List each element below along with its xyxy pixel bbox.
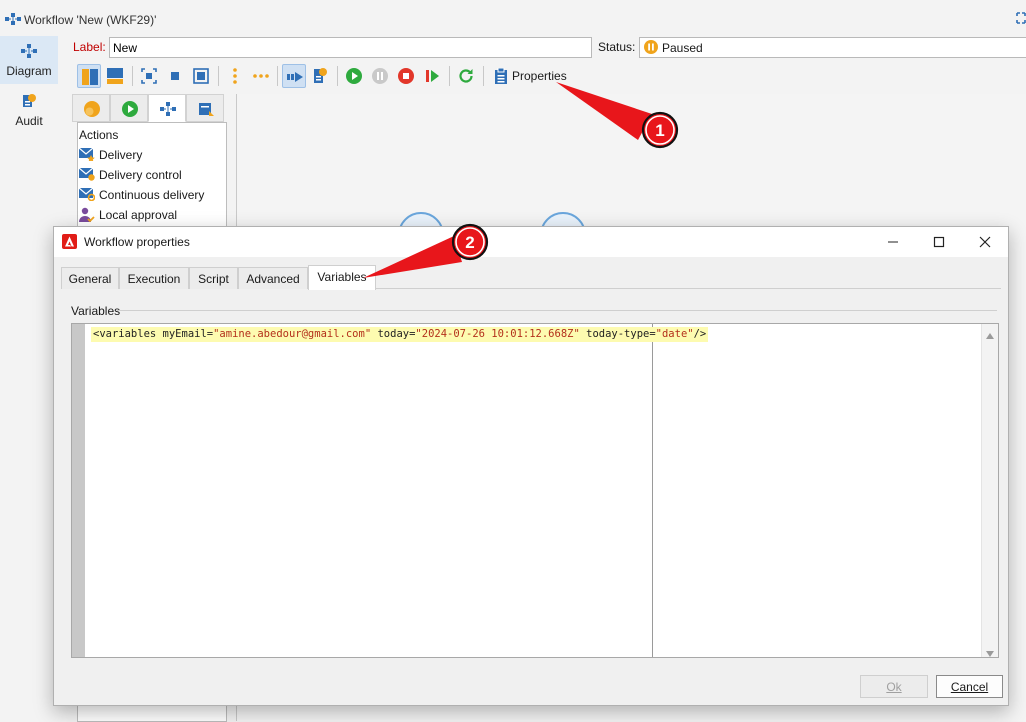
dialog-titlebar: Workflow properties — [54, 227, 1008, 257]
fit-to-screen-button[interactable] — [137, 64, 161, 88]
cancel-button[interactable]: Cancel — [936, 675, 1003, 698]
status-field: Paused — [639, 37, 1026, 58]
palette-item-label: Delivery control — [99, 168, 182, 182]
minimize-button[interactable] — [870, 227, 916, 257]
xml-attr-value: "date" — [655, 328, 694, 340]
label-input[interactable] — [109, 37, 592, 58]
nav-diagram-button[interactable]: Diagram — [0, 36, 58, 84]
workflow-settings-button[interactable] — [308, 64, 332, 88]
palette-item-delivery-control[interactable]: Delivery control — [79, 165, 225, 185]
audit-icon — [21, 93, 37, 112]
ok-label: Ok — [886, 680, 902, 694]
toolbar-separator — [277, 66, 278, 86]
dialog-tabs: General Execution Script Advanced Variab… — [61, 265, 1001, 290]
toolbar-separator — [218, 66, 219, 86]
align-vertical-button[interactable] — [223, 64, 247, 88]
toolbar-separator — [449, 66, 450, 86]
status-value: Paused — [662, 41, 703, 55]
adobe-app-icon — [62, 234, 77, 252]
maximize-window-icon[interactable] — [1016, 12, 1026, 27]
palette-item-continuous-delivery[interactable]: Continuous delivery — [79, 185, 225, 205]
palette-item-delivery[interactable]: Delivery — [79, 145, 225, 165]
select-block-button[interactable] — [163, 64, 187, 88]
palette-tab-events[interactable] — [186, 94, 224, 122]
workflow-toolbar: Properties — [66, 62, 1026, 90]
label-caption: Label: — [73, 40, 106, 54]
step-button[interactable] — [420, 64, 444, 88]
align-horizontal-button[interactable] — [249, 64, 273, 88]
tab-script[interactable]: Script — [189, 267, 238, 289]
ok-button[interactable]: Ok — [860, 675, 928, 698]
palette-item-label: Continuous delivery — [99, 188, 205, 202]
editor-margin-line — [652, 324, 653, 657]
xml-attr-value: "amine.abedour@gmail.com" — [213, 328, 372, 340]
tab-general[interactable]: General — [61, 267, 119, 289]
scroll-up-icon[interactable] — [986, 328, 994, 342]
nav-audit-button[interactable]: Audit — [0, 86, 58, 134]
palette-item-local-approval[interactable]: Local approval — [79, 205, 225, 225]
workflow-properties-dialog: Workflow properties General Execution Sc… — [53, 226, 1009, 706]
zoom-fit-button[interactable] — [189, 64, 213, 88]
properties-button[interactable]: Properties — [494, 66, 574, 86]
xml-tag-text: <variables myEmail= — [93, 328, 214, 340]
dialog-title: Workflow properties — [84, 235, 190, 249]
nav-audit-label: Audit — [15, 114, 43, 128]
toolbar-separator — [483, 66, 484, 86]
xml-attr-value: "2024-07-26 10:01:12.668Z" — [415, 328, 580, 340]
variables-xml-editor[interactable]: <variables myEmail="amine.abedour@gmail.… — [71, 323, 999, 658]
palette-tab-flow-control[interactable] — [110, 94, 148, 122]
window-title: Workflow 'New (WKF29)' — [24, 13, 157, 27]
maximize-button[interactable] — [916, 227, 962, 257]
palette-heading: Actions — [79, 128, 119, 142]
nav-diagram-label: Diagram — [6, 64, 52, 78]
left-navigation: Diagram Audit — [0, 36, 58, 721]
tab-advanced[interactable]: Advanced — [238, 267, 308, 289]
start-workflow-button[interactable] — [282, 64, 306, 88]
diagram-icon — [21, 43, 37, 62]
horizontal-layout-button[interactable] — [103, 64, 127, 88]
editor-gutter — [72, 324, 85, 657]
xml-tag-text: today-type= — [579, 328, 656, 340]
tab-execution[interactable]: Execution — [119, 267, 189, 289]
stop-button[interactable] — [394, 64, 418, 88]
workflow-icon — [5, 13, 21, 28]
pause-button[interactable] — [368, 64, 392, 88]
vertical-layout-button[interactable] — [77, 64, 101, 88]
palette-item-label: Delivery — [99, 148, 143, 162]
palette-tab-actions[interactable] — [148, 94, 186, 122]
xml-tag-text: today= — [371, 328, 416, 340]
cancel-label: Cancel — [950, 680, 989, 694]
palette-tab-targeting[interactable] — [72, 94, 110, 122]
play-button[interactable] — [342, 64, 366, 88]
properties-label: Properties — [512, 69, 567, 83]
refresh-button[interactable] — [454, 64, 478, 88]
toolbar-separator — [337, 66, 338, 86]
palette-tabs — [72, 94, 230, 122]
variables-section-label: Variables — [71, 304, 121, 318]
tab-variables[interactable]: Variables — [308, 265, 376, 290]
xml-code-line[interactable]: <variables myEmail="amine.abedour@gmail.… — [91, 327, 709, 342]
toolbar-separator — [132, 66, 133, 86]
editor-scrollbar[interactable] — [981, 324, 998, 657]
section-divider — [117, 310, 997, 311]
pause-status-icon — [644, 40, 658, 57]
scroll-down-icon[interactable] — [986, 646, 994, 657]
xml-tag-text: /> — [693, 328, 707, 340]
palette-item-label: Local approval — [99, 208, 178, 222]
close-button[interactable] — [962, 227, 1008, 257]
status-caption: Status: — [598, 40, 636, 54]
window-titlebar: Workflow 'New (WKF29)' — [0, 0, 1026, 36]
